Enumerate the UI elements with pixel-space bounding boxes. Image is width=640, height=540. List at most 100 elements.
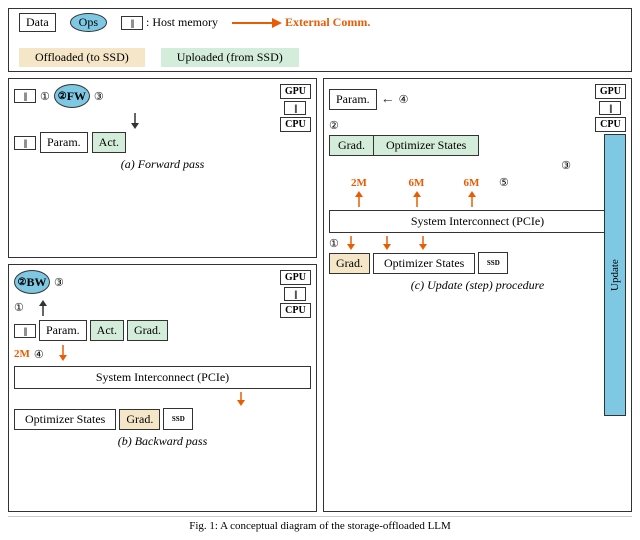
- backward-host-mem: [284, 287, 306, 301]
- ops-box-legend: Ops: [70, 13, 107, 32]
- main-container: Data Ops : Host memory External Comm. Of…: [0, 0, 640, 540]
- offloaded-label: Offloaded (to SSD): [19, 48, 145, 67]
- update-mb-row: 2M 6M 6M ⑤: [329, 175, 571, 190]
- backward-2m-label: 2M: [14, 348, 30, 360]
- update-orange-arrows: [329, 191, 571, 207]
- legend-ext-comm: External Comm.: [232, 15, 370, 30]
- update-down-arr2: [379, 236, 395, 250]
- update-grad-box: Grad.: [329, 135, 374, 156]
- forward-hm1: [14, 89, 36, 103]
- forward-num1: ①: [40, 90, 50, 103]
- update-grad-bottom: Grad.: [329, 253, 370, 274]
- legend-data: Data: [19, 13, 56, 32]
- backward-num4: ④: [34, 348, 44, 361]
- update-host-mem: [599, 101, 621, 115]
- legend: Data Ops : Host memory External Comm. Of…: [8, 8, 632, 72]
- update-arrow-left: ←: [381, 92, 395, 108]
- host-mem-icon: [121, 16, 143, 30]
- update-6m-cell1: 6M: [389, 175, 444, 190]
- backward-panel: GPU CPU ②BW ③ ①: [8, 264, 317, 512]
- data-box-legend: Data: [19, 13, 56, 32]
- backward-num3: ③: [54, 276, 64, 289]
- update-gpu-label: GPU: [595, 84, 626, 99]
- host-mem-label: : Host memory: [146, 15, 218, 30]
- update-2m-cell: 2M: [329, 175, 389, 190]
- update-up-arrow2: [409, 191, 425, 207]
- backward-gpu-box: GPU CPU: [280, 270, 311, 318]
- forward-act-box: Act.: [92, 132, 126, 153]
- forward-host-mem: [284, 101, 306, 115]
- backward-arrow-up-row: ①: [14, 298, 256, 316]
- update-num2: ②: [329, 120, 339, 132]
- right-col: GPU CPU Update Param. ← ④ ②: [323, 78, 632, 512]
- update-num5: ⑤: [499, 176, 509, 189]
- forward-gpu-box: GPU CPU: [280, 84, 311, 132]
- ext-comm-arrow-icon: [232, 17, 282, 29]
- update-gpu-box: GPU CPU: [595, 84, 626, 132]
- update-ssd-icon: SSD: [478, 252, 508, 274]
- forward-hm2: [14, 136, 36, 150]
- backward-top-row: ②BW ③: [14, 270, 256, 294]
- backward-grad-box: Grad.: [127, 320, 168, 341]
- backward-hm1: [14, 324, 36, 338]
- update-num3-row: ③: [329, 159, 571, 172]
- forward-top-row: ① ②FW ③: [14, 84, 256, 108]
- backward-title: (b) Backward pass: [14, 434, 311, 449]
- ext-comm-label: External Comm.: [285, 15, 370, 30]
- update-num1-row: ①: [329, 236, 626, 250]
- backward-up-arrow: [28, 298, 58, 316]
- forward-arrow-down: [14, 113, 256, 129]
- update-box: Update: [604, 134, 626, 416]
- update-cpu-label: CPU: [595, 117, 626, 132]
- update-bottom-row: Grad. Optimizer States SSD: [329, 252, 626, 274]
- forward-content: ① ②FW ③: [14, 84, 256, 153]
- update-opt-box: Optimizer States: [374, 135, 479, 156]
- backward-2m-row: 2M ④: [14, 345, 256, 363]
- backward-ssd-icon: SSD: [163, 408, 193, 430]
- update-up-arrow1: [351, 191, 367, 207]
- forward-param-act-row: Param. Act.: [14, 132, 256, 153]
- legend-ops: Ops: [70, 13, 107, 32]
- forward-arrow-svg: [95, 113, 175, 129]
- update-inner: Param. ← ④ ② Grad. Optimizer States: [329, 89, 571, 207]
- update-6m-cell2: 6M: [444, 175, 499, 190]
- backward-bw-circle: ②BW: [14, 270, 50, 294]
- backward-grad-offload: Grad.: [119, 409, 160, 430]
- update-down-arr1: [343, 236, 359, 250]
- backward-down-arrow: [48, 345, 78, 363]
- forward-param-box: Param.: [40, 132, 88, 153]
- backward-opt-row: Optimizer States Grad. SSD: [14, 408, 311, 430]
- backward-gpu-label: GPU: [280, 270, 311, 285]
- left-col: GPU CPU ① ②FW ③: [8, 78, 317, 512]
- uploaded-label: Uploaded (from SSD): [161, 48, 299, 67]
- forward-gpu-label: GPU: [280, 84, 311, 99]
- update-param-row: Param. ← ④: [329, 89, 571, 110]
- update-num3: ③: [561, 159, 571, 172]
- backward-orange-arrow: [14, 392, 311, 406]
- backward-opt-box: Optimizer States: [14, 409, 116, 430]
- update-num1: ①: [329, 237, 339, 250]
- backward-param-box: Param.: [39, 320, 87, 341]
- update-title: (c) Update (step) procedure: [329, 278, 626, 293]
- update-up-arrow3: [464, 191, 480, 207]
- fig-caption: Fig. 1: A conceptual diagram of the stor…: [8, 516, 632, 532]
- forward-cpu-label: CPU: [280, 117, 311, 132]
- backward-act-box: Act.: [90, 320, 124, 341]
- update-num4: ④: [399, 93, 409, 106]
- backward-orange-down-svg: [231, 392, 251, 406]
- update-opt-bottom: Optimizer States: [373, 253, 475, 274]
- forward-fw-circle: ②FW: [54, 84, 90, 108]
- forward-title: (a) Forward pass: [14, 157, 311, 172]
- legend-host-mem: : Host memory: [121, 15, 218, 30]
- update-panel: GPU CPU Update Param. ← ④ ②: [323, 78, 632, 512]
- diagrams-row: GPU CPU ① ②FW ③: [8, 78, 632, 512]
- update-grad-opt-row: Grad. Optimizer States: [329, 135, 571, 156]
- forward-num3: ③: [94, 90, 104, 103]
- update-param-box: Param.: [329, 89, 377, 110]
- backward-num1: ①: [14, 301, 24, 314]
- backward-content: ②BW ③ ① Param.: [14, 270, 256, 363]
- backward-sys-interconnect: System Interconnect (PCIe): [14, 366, 311, 389]
- backward-param-row: Param. Act. Grad.: [14, 320, 256, 341]
- forward-panel: GPU CPU ① ②FW ③: [8, 78, 317, 258]
- update-down-arr3: [415, 236, 431, 250]
